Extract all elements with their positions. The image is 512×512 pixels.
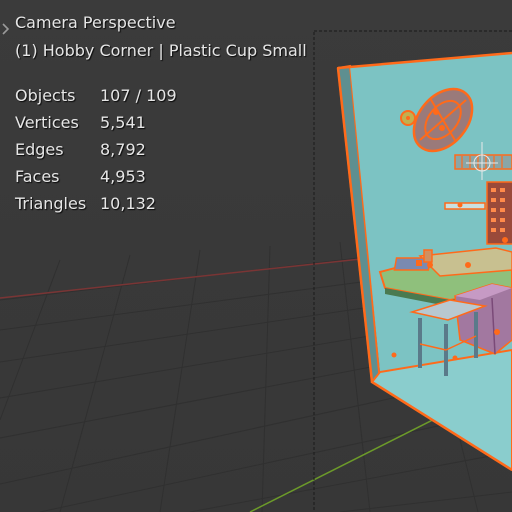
stat-label-objects: Objects	[15, 86, 76, 105]
stat-value-edges: 8,792	[100, 140, 146, 159]
stat-value-objects: 107 / 109	[100, 86, 177, 105]
stat-label-faces: Faces	[15, 167, 60, 186]
3d-viewport[interactable]	[0, 0, 512, 512]
active-object-label: (1) Hobby Corner | Plastic Cup Small	[15, 41, 307, 60]
view-name-label: Camera Perspective	[15, 13, 176, 32]
stat-label-edges: Edges	[15, 140, 64, 159]
stat-value-triangles: 10,132	[100, 194, 156, 213]
stat-label-vertices: Vertices	[15, 113, 79, 132]
stat-value-faces: 4,953	[100, 167, 146, 186]
chevron-right-icon[interactable]	[1, 22, 11, 36]
stat-label-triangles: Triangles	[15, 194, 87, 213]
stat-value-vertices: 5,541	[100, 113, 146, 132]
